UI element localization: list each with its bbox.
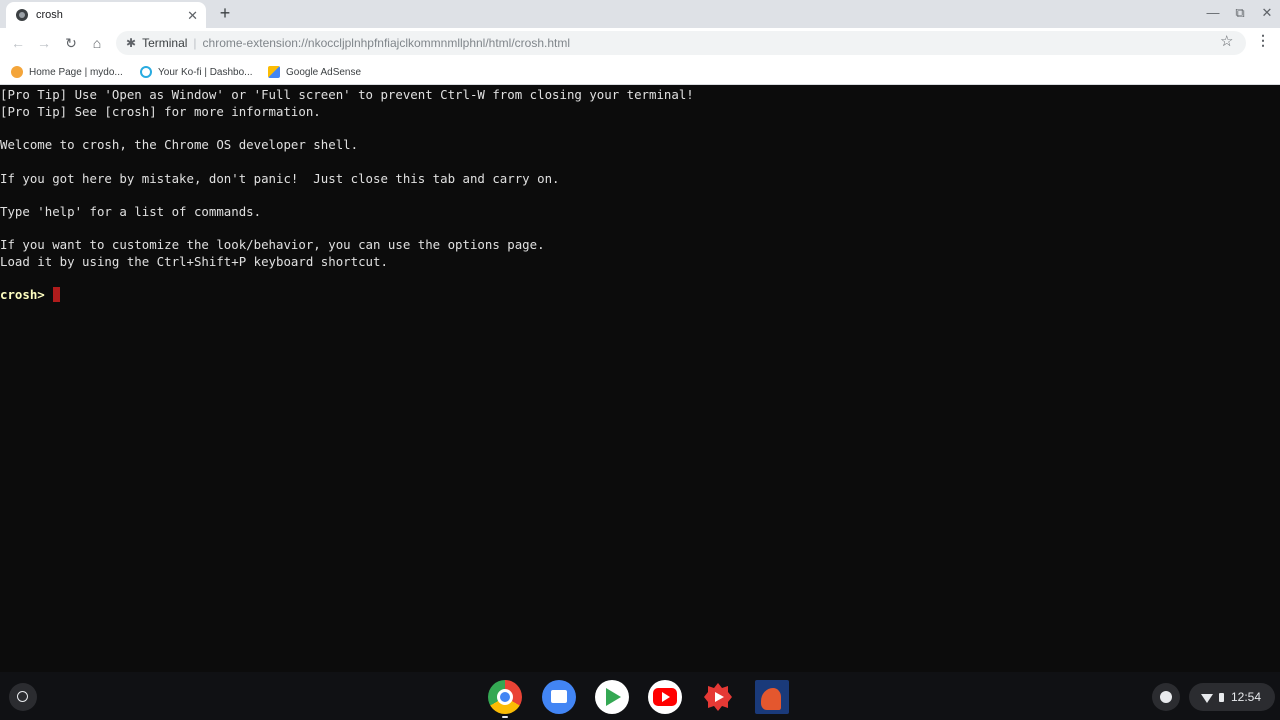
bookmark-label: Your Ko-fi | Dashbo...: [158, 66, 253, 78]
url-separator: |: [193, 36, 197, 50]
files-icon[interactable]: [542, 680, 576, 714]
gear-app-icon[interactable]: [701, 680, 735, 714]
stylus-tools-button[interactable]: [1152, 683, 1180, 711]
chrome-icon[interactable]: [488, 680, 522, 714]
close-window-button[interactable]: ✕: [1258, 5, 1276, 21]
terminal-line: Type 'help' for a list of commands.: [0, 204, 262, 219]
terminal-line: Welcome to crosh, the Chrome OS develope…: [0, 137, 359, 152]
address-bar[interactable]: ✱ Terminal | chrome-extension://nkoccljp…: [116, 31, 1246, 55]
gear-icon: [704, 683, 732, 711]
bookmark-kofi[interactable]: Your Ko-fi | Dashbo...: [140, 64, 253, 80]
kofi-icon: [140, 66, 152, 78]
crosh-prompt: crosh>: [0, 287, 53, 302]
terminal-favicon-icon: [16, 9, 28, 21]
bookmark-label: Home Page | mydo...: [29, 66, 123, 78]
home-button[interactable]: ⌂: [87, 33, 107, 53]
bookmark-label: Google AdSense: [286, 66, 362, 78]
tab-strip: crosh ✕ + — ⧉ ✕: [0, 0, 1280, 28]
mydomain-icon: [11, 66, 23, 78]
tab-title: crosh: [36, 9, 63, 21]
back-button[interactable]: ←: [8, 33, 28, 53]
terminal-line: [Pro Tip] See [crosh] for more informati…: [0, 104, 321, 119]
tab-crosh[interactable]: crosh ✕: [6, 2, 206, 28]
shelf: 12:54: [0, 672, 1280, 720]
terminal-line: If you got here by mistake, don't panic!…: [0, 171, 560, 186]
adsense-icon: [268, 66, 280, 78]
terminal-line: [Pro Tip] Use 'Open as Window' or 'Full …: [0, 87, 694, 102]
bookmarks-bar: Home Page | mydo... Your Ko-fi | Dashbo.…: [0, 58, 1280, 85]
bookmark-adsense[interactable]: Google AdSense: [268, 64, 361, 80]
terminal-line: If you want to customize the look/behavi…: [0, 237, 545, 252]
bookmark-home-page[interactable]: Home Page | mydo...: [11, 64, 123, 80]
site-name: Terminal: [142, 36, 188, 50]
crosh-app-icon[interactable]: [755, 680, 789, 714]
play-store-icon[interactable]: [595, 680, 629, 714]
browser-menu-icon[interactable]: ⋮: [1256, 32, 1270, 49]
clock: 12:54: [1231, 690, 1262, 704]
new-tab-button[interactable]: +: [216, 4, 234, 22]
restore-button[interactable]: ⧉: [1231, 5, 1249, 21]
terminal-cursor: [53, 287, 60, 302]
running-indicator: [502, 716, 508, 718]
minimize-button[interactable]: —: [1204, 5, 1222, 21]
extension-puzzle-icon: ✱: [126, 36, 137, 50]
youtube-icon[interactable]: [648, 680, 682, 714]
forward-button[interactable]: →: [34, 33, 54, 53]
launcher-button[interactable]: [9, 683, 37, 711]
wifi-icon: [1201, 693, 1213, 703]
crosh-terminal[interactable]: [Pro Tip] Use 'Open as Window' or 'Full …: [0, 86, 1280, 672]
battery-icon: [1219, 692, 1224, 702]
reload-button[interactable]: ↻: [61, 33, 81, 53]
tab-close-icon[interactable]: ✕: [187, 9, 198, 22]
url-text: chrome-extension://nkoccljplnhpfnfiajclk…: [202, 36, 571, 50]
toolbar: ← → ↻ ⌂ ✱ Terminal | chrome-extension://…: [0, 28, 1280, 58]
bookmark-star-icon[interactable]: ☆: [1220, 32, 1233, 50]
terminal-line: Load it by using the Ctrl+Shift+P keyboa…: [0, 254, 388, 269]
status-tray[interactable]: 12:54: [1189, 683, 1275, 711]
